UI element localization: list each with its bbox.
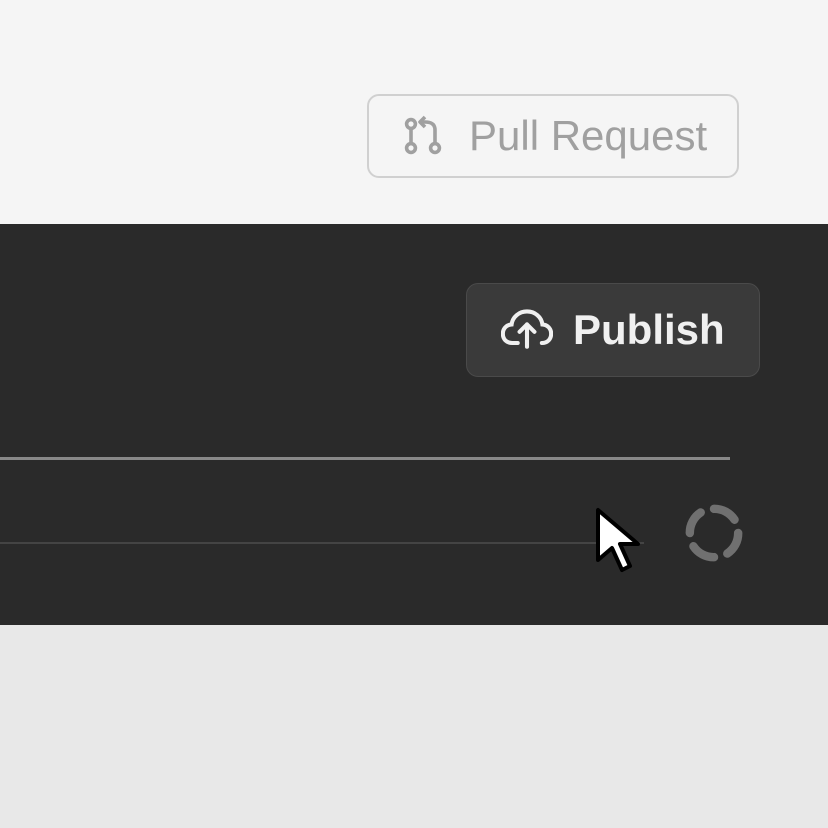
spinner-icon: [685, 504, 743, 562]
git-pull-request-icon: [399, 112, 447, 160]
pull-request-label: Pull Request: [469, 112, 707, 160]
divider-line: [0, 542, 644, 544]
pull-request-button[interactable]: Pull Request: [367, 94, 739, 178]
bottom-area: [0, 625, 828, 828]
publish-button[interactable]: Publish: [466, 283, 760, 377]
cloud-upload-icon: [501, 304, 553, 356]
panel-dark: Publish: [0, 224, 828, 625]
divider-line: [0, 457, 730, 460]
publish-label: Publish: [573, 306, 725, 354]
cursor-icon: [594, 506, 646, 576]
toolbar-light: Pull Request: [0, 0, 828, 224]
